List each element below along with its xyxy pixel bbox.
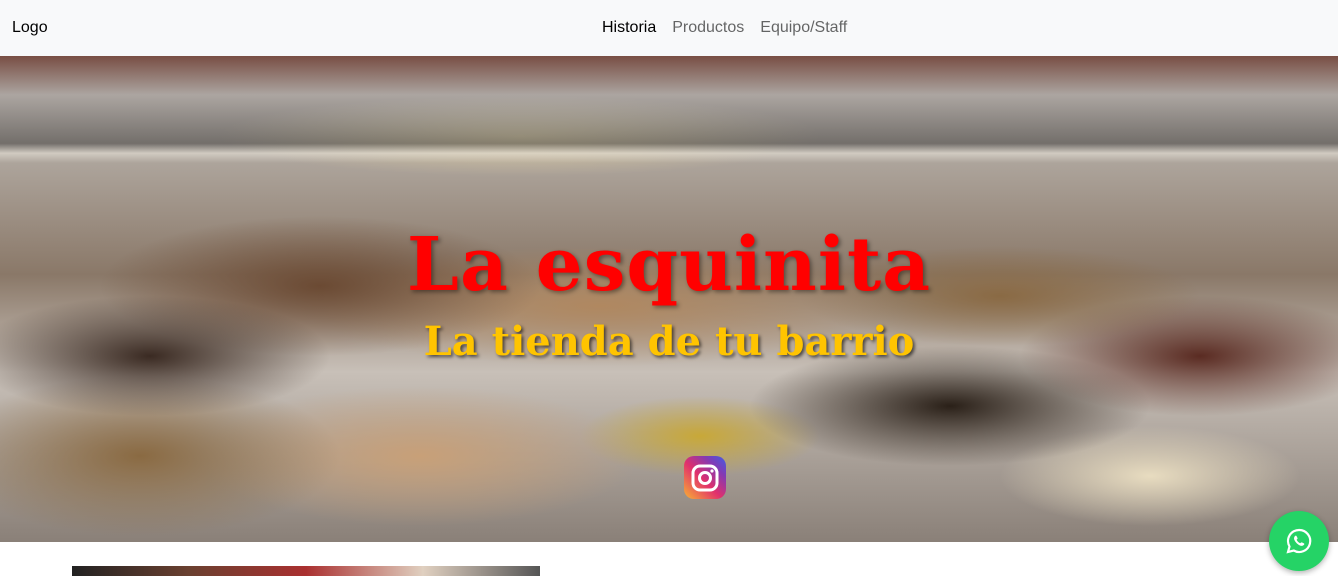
logo-link[interactable]: Logo: [12, 19, 48, 37]
section-image: [72, 566, 540, 576]
navbar: Logo Historia Productos Equipo/Staff: [0, 0, 1338, 56]
instagram-icon[interactable]: [684, 456, 726, 499]
nav-links: Historia Productos Equipo/Staff: [602, 19, 847, 37]
nav-link-equipo-staff[interactable]: Equipo/Staff: [760, 19, 847, 37]
hero-subtitle: La tienda de tu barrio: [423, 318, 915, 365]
whatsapp-icon: [1286, 528, 1312, 554]
nav-link-historia[interactable]: Historia: [602, 19, 656, 37]
nav-link-productos[interactable]: Productos: [672, 19, 744, 37]
hero-title: La esquinita: [406, 222, 932, 308]
whatsapp-button[interactable]: [1269, 511, 1329, 571]
hero-banner: La esquinita La tienda de tu barrio: [0, 56, 1338, 542]
